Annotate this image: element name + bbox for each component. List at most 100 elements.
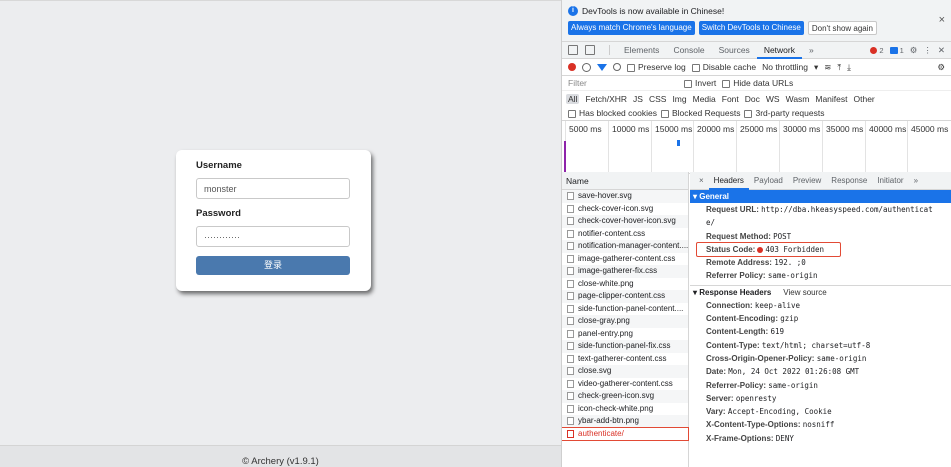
tab-initiator[interactable]: Initiator [872,172,908,190]
request-row[interactable]: check-green-icon.svg [562,390,688,403]
kebab-menu-icon[interactable]: ⋮ [923,45,932,56]
request-row[interactable]: panel-entry.png [562,328,688,341]
request-row[interactable]: close-gray.png [562,315,688,328]
file-icon [567,354,574,363]
type-other[interactable]: Other [854,94,875,104]
match-language-button[interactable]: Always match Chrome's language [568,21,695,35]
web-page: Username monster Password ············ 登… [0,0,561,467]
request-url-row: Request URL: http://dba.hkeasyspeed.com/… [706,205,933,214]
tab-headers[interactable]: Headers [708,172,749,190]
request-name: check-cover-icon.svg [578,203,654,213]
tab-response[interactable]: Response [826,172,872,190]
device-toggle-icon[interactable] [585,45,595,55]
close-devtools-icon[interactable]: ✕ [938,45,945,56]
more-tabs-icon[interactable]: » [802,42,821,59]
tab-preview[interactable]: Preview [788,172,826,190]
request-row[interactable]: page-clipper-content.css [562,290,688,303]
type-img[interactable]: Img [672,94,686,104]
request-row[interactable]: ybar-add-btn.png [562,415,688,428]
timeline-tick: 20000 ms [693,121,734,174]
type-media[interactable]: Media [693,94,716,104]
chevron-down-icon[interactable]: ▾ [814,62,818,73]
tab-network[interactable]: Network [756,42,802,59]
banner-message: DevTools is now available in Chinese! [582,6,725,16]
network-timeline[interactable]: 5000 ms 10000 ms 15000 ms 20000 ms 25000… [562,121,951,174]
throttling-select[interactable]: No throttling [762,62,808,72]
request-row[interactable]: close-white.png [562,278,688,291]
timeline-tick: 35000 ms [822,121,863,174]
tab-sources[interactable]: Sources [712,42,757,59]
file-icon [567,204,574,213]
request-row[interactable]: close.svg [562,365,688,378]
search-icon[interactable] [613,63,621,71]
timeline-tick: 15000 ms [651,121,692,174]
view-source-link[interactable]: View source [783,288,826,297]
request-row[interactable]: authenticate/ [562,426,689,441]
filter-icon[interactable] [597,63,607,71]
message-badge[interactable]: 1 [889,46,904,55]
detail-tabbar: × Headers Payload Preview Response Initi… [690,172,951,190]
tab-elements[interactable]: Elements [617,42,666,59]
tab-console[interactable]: Console [666,42,711,59]
response-header-row: Cross-Origin-Opener-Policy: same-origin [706,353,867,363]
timeline-tick: 40000 ms [865,121,906,174]
timeline-tick: 10000 ms [608,121,649,174]
upload-icon[interactable]: ⤒ [837,62,841,73]
disable-cache-checkbox[interactable]: Disable cache [691,62,756,72]
has-blocked-cookies-checkbox[interactable]: Has blocked cookies [568,108,657,118]
request-row[interactable]: image-gatherer-content.css [562,253,688,266]
request-row[interactable]: side-function-panel-content.... [562,303,688,316]
status-code-row: Status Code: 403 Forbidden [690,241,951,257]
type-wasm[interactable]: Wasm [786,94,810,104]
response-header-row: X-Frame-Options: DENY [706,433,794,443]
record-icon[interactable] [568,63,576,71]
error-badge[interactable]: 2 [870,46,884,55]
devtools-tabbar: Elements Console Sources Network » 2 1 ⚙… [562,42,951,59]
third-party-checkbox[interactable]: 3rd-party requests [744,108,824,118]
request-row[interactable]: check-cover-icon.svg [562,203,688,216]
close-detail-icon[interactable]: × [694,172,709,190]
blocked-requests-checkbox[interactable]: Blocked Requests [660,108,740,118]
response-headers-section-header[interactable]: ▾ Response Headers View source [690,284,951,299]
request-row[interactable]: check-cover-hover-icon.svg [562,215,688,228]
username-input[interactable]: monster [196,178,350,199]
gear-icon[interactable]: ⚙ [910,45,918,56]
password-input[interactable]: ············ [196,226,350,247]
request-row[interactable]: notifier-content.css [562,228,688,241]
type-font[interactable]: Font [722,94,739,104]
type-manifest[interactable]: Manifest [815,94,847,104]
request-row[interactable]: image-gatherer-fix.css [562,265,688,278]
request-row[interactable]: save-hover.svg [562,190,688,203]
file-icon [567,217,574,226]
dont-show-button[interactable]: Don't show again [807,21,877,35]
wifi-icon[interactable]: ≋ [824,62,831,73]
switch-chinese-button[interactable]: Switch DevTools to Chinese [698,21,804,35]
close-icon[interactable]: × [939,14,945,26]
clear-icon[interactable] [582,62,591,72]
tab-payload[interactable]: Payload [749,172,788,190]
more-detail-tabs-icon[interactable]: » [909,172,923,190]
request-row[interactable]: icon-check-white.png [562,403,688,416]
response-header-row: Content-Type: text/html; charset=utf-8 [706,340,871,350]
request-row[interactable]: side-function-panel-fix.css [562,340,688,353]
request-row[interactable]: video-gatherer-content.css [562,378,688,391]
type-css[interactable]: CSS [649,94,666,104]
request-row[interactable]: text-gatherer-content.css [562,353,688,366]
network-settings-icon[interactable]: ⚙ [937,62,945,73]
download-icon[interactable]: ⤓ [847,62,851,73]
file-icon [567,379,574,388]
request-row[interactable]: notification-manager-content.... [562,240,688,253]
inspect-icon[interactable] [568,45,578,55]
login-button[interactable]: 登录 [196,256,350,275]
type-doc[interactable]: Doc [745,94,760,104]
type-js[interactable]: JS [633,94,643,104]
type-all[interactable]: All [566,93,580,104]
type-fetch-xhr[interactable]: Fetch/XHR [585,94,627,104]
type-ws[interactable]: WS [766,94,780,104]
name-column-header[interactable]: Name [562,172,688,190]
hide-data-urls-checkbox[interactable]: Hide data URLs [722,78,793,88]
preserve-log-checkbox[interactable]: Preserve log [627,62,686,72]
invert-checkbox[interactable]: Invert [684,78,716,88]
general-section-header[interactable]: ▾ General [690,190,951,203]
filter-input[interactable]: Filter [568,78,678,88]
